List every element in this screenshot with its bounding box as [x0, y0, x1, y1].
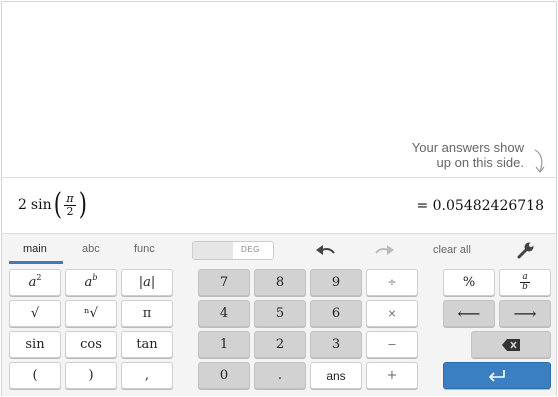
keypad-tabs: main abc func DEG clear all	[2, 234, 556, 266]
history-hint-line1: Your answers show	[411, 140, 524, 155]
redo-icon[interactable]	[373, 240, 397, 260]
key-comma[interactable]: ,	[121, 362, 173, 389]
key-times[interactable]: ×	[366, 300, 418, 327]
key-plus[interactable]: +	[366, 362, 418, 389]
key-8[interactable]: 8	[254, 269, 306, 296]
history-hint-line2: up on this side.	[436, 155, 524, 170]
key-4[interactable]: 4	[198, 300, 250, 327]
key-a-power[interactable]: ab	[65, 269, 117, 296]
fraction-numerator: π	[64, 191, 76, 206]
wrench-icon[interactable]	[514, 240, 538, 260]
key-0[interactable]: 0	[198, 362, 250, 389]
key-right-arrow[interactable]: ⟶	[499, 300, 551, 327]
tab-func[interactable]: func	[134, 243, 155, 255]
tab-abc[interactable]: abc	[82, 243, 100, 255]
key-a-squared-base: a	[28, 275, 37, 290]
key-a-squared[interactable]: a2	[9, 269, 61, 296]
expression-fraction: π 2	[64, 191, 76, 218]
key-9[interactable]: 9	[310, 269, 362, 296]
key-fraction-glyph: a b	[520, 273, 530, 292]
key-tan[interactable]: tan	[121, 331, 173, 358]
key-7[interactable]: 7	[198, 269, 250, 296]
key-left-arrow[interactable]: ⟵	[443, 300, 495, 327]
answer-history: Your answers show up on this side.	[2, 2, 556, 177]
key-right-paren[interactable]: )	[65, 362, 117, 389]
key-a-squared-exp: 2	[36, 273, 42, 282]
toggle-deg-label: DEG	[241, 245, 260, 254]
key-5[interactable]: 5	[254, 300, 306, 327]
backspace-button[interactable]	[471, 331, 551, 358]
curved-arrow-down-icon	[534, 149, 545, 173]
toggle-knob	[193, 242, 233, 259]
key-left-paren[interactable]: (	[9, 362, 61, 389]
key-sqrt[interactable]: √	[9, 300, 61, 327]
key-sin[interactable]: sin	[9, 331, 61, 358]
right-paren-glyph: )	[78, 187, 87, 222]
key-2[interactable]: 2	[254, 331, 306, 358]
key-fraction[interactable]: a b	[499, 269, 551, 296]
key-3[interactable]: 3	[310, 331, 362, 358]
active-tab-underline	[9, 261, 63, 264]
tab-main[interactable]: main	[23, 243, 47, 255]
key-cos[interactable]: cos	[65, 331, 117, 358]
key-abs[interactable]: |a|	[121, 269, 173, 296]
key-nthroot[interactable]: ⁿ√	[65, 300, 117, 327]
key-decimal[interactable]: .	[254, 362, 306, 389]
key-minus[interactable]: −	[366, 331, 418, 358]
rad-deg-toggle[interactable]: DEG	[192, 241, 274, 260]
enter-icon	[488, 369, 505, 382]
key-abs-label: |a|	[138, 275, 156, 290]
history-hint: Your answers show up on this side.	[412, 140, 524, 170]
key-fraction-den: b	[522, 282, 528, 292]
expression-function: sin	[30, 197, 52, 213]
expression-row[interactable]: 2 sin ( π 2 ) = 0.05482426718	[2, 177, 556, 233]
expression-result: = 0.05482426718	[416, 198, 544, 214]
keypad: main abc func DEG clear all a 2 a b |a| …	[2, 233, 556, 396]
calculator: Your answers show up on this side. 2 sin…	[1, 1, 557, 396]
enter-button[interactable]	[443, 362, 551, 389]
left-paren-glyph: (	[53, 187, 62, 222]
key-ans[interactable]: ans	[310, 362, 362, 389]
key-pi[interactable]: π	[121, 300, 173, 327]
key-a-power-base: a	[84, 275, 93, 290]
backspace-icon	[502, 338, 520, 351]
expression-coefficient: 2	[18, 197, 27, 213]
undo-icon[interactable]	[313, 240, 337, 260]
key-percent[interactable]: %	[443, 269, 495, 296]
fraction-denominator: 2	[66, 204, 74, 218]
clear-all-button[interactable]: clear all	[433, 244, 471, 256]
key-6[interactable]: 6	[310, 300, 362, 327]
key-1[interactable]: 1	[198, 331, 250, 358]
key-divide[interactable]: ÷	[366, 269, 418, 296]
expression-input[interactable]: 2 sin ( π 2 )	[18, 190, 88, 220]
key-a-power-exp: b	[92, 273, 98, 282]
